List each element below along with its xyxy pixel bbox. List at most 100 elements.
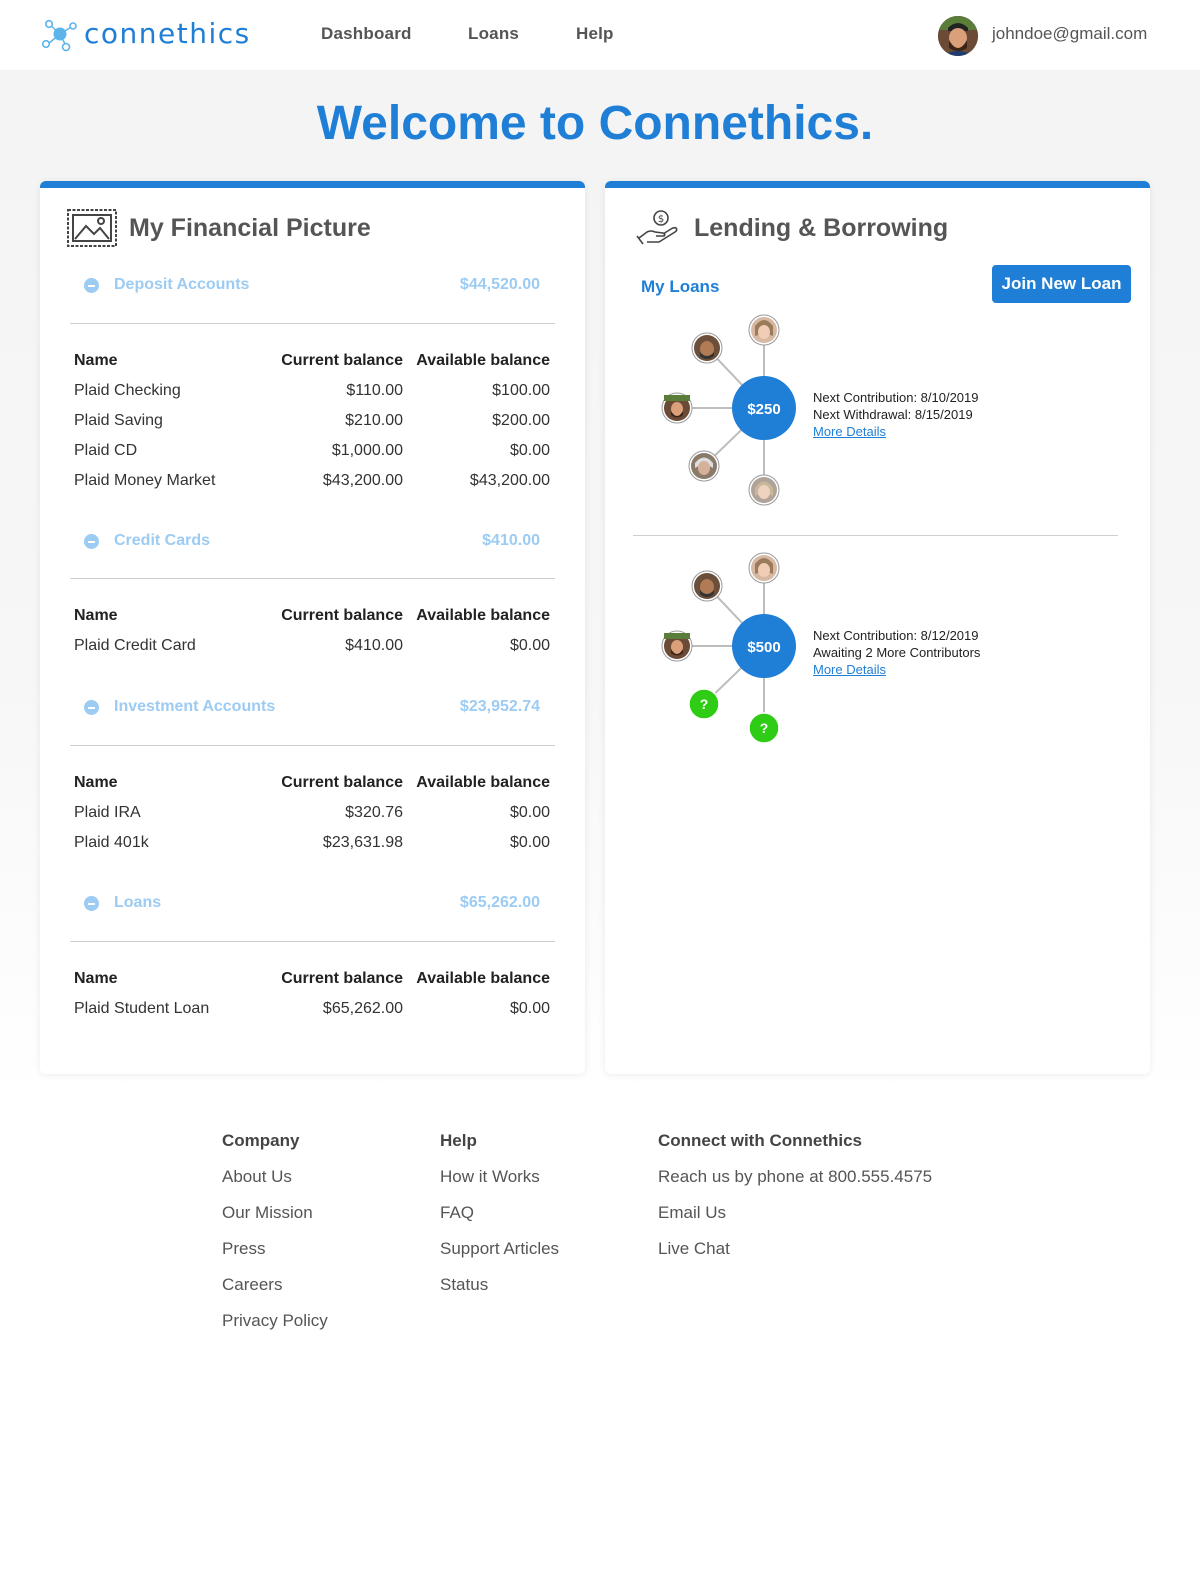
collapse-icon[interactable] [84,278,99,293]
available-balance: $200.00 [492,412,550,429]
footer-link-careers[interactable]: Careers [222,1275,328,1311]
nav-loans[interactable]: Loans [468,24,519,44]
unknown-member-label: ? [700,696,709,712]
section-name: Investment Accounts [114,698,276,715]
logo[interactable]: connethics [40,14,251,54]
section-header-investment[interactable]: Investment Accounts $23,952.74 [84,696,540,720]
footer-link-support[interactable]: Support Articles [440,1239,559,1275]
account-name: Plaid Money Market [74,472,216,489]
table-header-row: Name Current balance Available balance [74,348,550,378]
table-header-row: Name Current balance Available balance [74,770,550,800]
loan-info: Next Contribution: 8/10/2019 Next Withdr… [813,389,979,440]
divider [633,535,1118,536]
current-balance: $210.00 [345,412,403,429]
available-balance: $100.00 [492,382,550,399]
column-header-name: Name [74,970,118,987]
footer-heading: Help [440,1131,477,1150]
account-name: Plaid Saving [74,412,163,429]
section-header-loans[interactable]: Loans $65,262.00 [84,892,540,916]
unknown-member-label: ? [760,720,769,736]
current-balance: $110.00 [346,382,403,399]
section-name: Deposit Accounts [114,276,250,293]
section-total: $23,952.74 [459,698,540,715]
next-contribution: Next Contribution: 8/12/2019 [813,628,979,643]
network-logo-icon [41,19,77,52]
brand-name: connethics [84,17,251,50]
current-balance: $23,631.98 [322,834,403,851]
column-header-name: Name [74,607,118,624]
footer-heading: Company [222,1131,300,1150]
section-total: $410.00 [482,532,540,549]
column-header-available: Available balance [416,970,550,987]
footer-link-status[interactable]: Status [440,1275,559,1311]
user-email[interactable]: johndoe@gmail.com [992,24,1147,44]
nav-dashboard[interactable]: Dashboard [321,24,412,44]
collapse-icon[interactable] [84,896,99,911]
section-total: $44,520.00 [459,276,540,293]
user-avatar[interactable] [938,16,978,56]
member-avatar [748,474,780,506]
footer-phone[interactable]: Reach us by phone at 800.555.4575 [658,1167,932,1203]
footer-heading: Connect with Connethics [658,1131,862,1150]
table-header-row: Name Current balance Available balance [74,966,550,996]
table-row: Plaid Money Market $43,200.00 $43,200.00 [74,468,550,498]
member-avatar [748,314,780,346]
column-header-name: Name [74,774,118,791]
collapse-icon[interactable] [84,534,99,549]
table-row: Plaid 401k $23,631.98 $0.00 [74,830,550,860]
available-balance: $0.00 [509,442,550,459]
footer-link-email[interactable]: Email Us [658,1203,932,1239]
account-name: Plaid Checking [74,382,181,399]
available-balance: $0.00 [509,1000,550,1017]
column-header-available: Available balance [416,352,550,369]
member-avatar [661,392,693,424]
unknown-member: ? [748,712,780,744]
table-row: Plaid Saving $210.00 $200.00 [74,408,550,438]
section-header-credit-cards[interactable]: Credit Cards $410.00 [84,530,540,554]
footer-link-faq[interactable]: FAQ [440,1203,559,1239]
footer-link-mission[interactable]: Our Mission [222,1203,328,1239]
table-row: Plaid CD $1,000.00 $0.00 [74,438,550,468]
nav-help[interactable]: Help [576,24,614,44]
join-new-loan-button[interactable]: Join New Loan [992,265,1131,303]
footer-link-press[interactable]: Press [222,1239,328,1275]
loan-network-graph[interactable]: ? ? $500 [605,548,805,748]
collapse-icon[interactable] [84,700,99,715]
account-name: Plaid 401k [74,834,149,851]
divider [70,941,555,942]
loan-network-graph[interactable]: $250 [605,310,805,510]
section-name: Loans [114,894,162,911]
lending-borrowing-card: $ Lending & Borrowing My Loans Join New … [605,181,1150,1074]
footer-link-privacy[interactable]: Privacy Policy [222,1311,328,1347]
section-header-deposit[interactable]: Deposit Accounts $44,520.00 [84,274,540,298]
footer-link-about[interactable]: About Us [222,1167,328,1203]
next-contribution: Next Contribution: 8/10/2019 [813,390,979,405]
available-balance: $43,200.00 [469,472,550,489]
table-row: Plaid Credit Card $410.00 $0.00 [74,633,550,663]
available-balance: $0.00 [509,804,550,821]
column-header-current: Current balance [281,352,403,369]
footer-company: Company About Us Our Mission Press Caree… [222,1131,328,1347]
current-balance: $65,262.00 [322,1000,403,1017]
loans-table: Name Current balance Available balance P… [74,966,550,1026]
column-header-name: Name [74,352,118,369]
investment-accounts-table: Name Current balance Available balance P… [74,770,550,860]
member-avatar [691,332,723,364]
welcome-heading: Welcome to Connethics. [316,97,874,150]
lending-title: Lending & Borrowing [694,214,949,242]
footer-link-how-it-works[interactable]: How it Works [440,1167,559,1203]
more-details-link[interactable]: More Details [813,661,980,678]
picture-frame-icon [67,209,117,247]
column-header-available: Available balance [416,607,550,624]
member-avatar [748,552,780,584]
footer-link-chat[interactable]: Live Chat [658,1239,932,1275]
more-details-link[interactable]: More Details [813,423,979,440]
member-avatar [661,630,693,662]
financial-picture-title: My Financial Picture [129,214,371,242]
table-row: Plaid Checking $110.00 $100.00 [74,378,550,408]
footer-connect: Connect with Connethics Reach us by phon… [658,1131,932,1275]
table-header-row: Name Current balance Available balance [74,603,550,633]
credit-cards-table: Name Current balance Available balance P… [74,603,550,663]
section-total: $65,262.00 [459,894,540,911]
footer-help: Help How it Works FAQ Support Articles S… [440,1131,559,1311]
